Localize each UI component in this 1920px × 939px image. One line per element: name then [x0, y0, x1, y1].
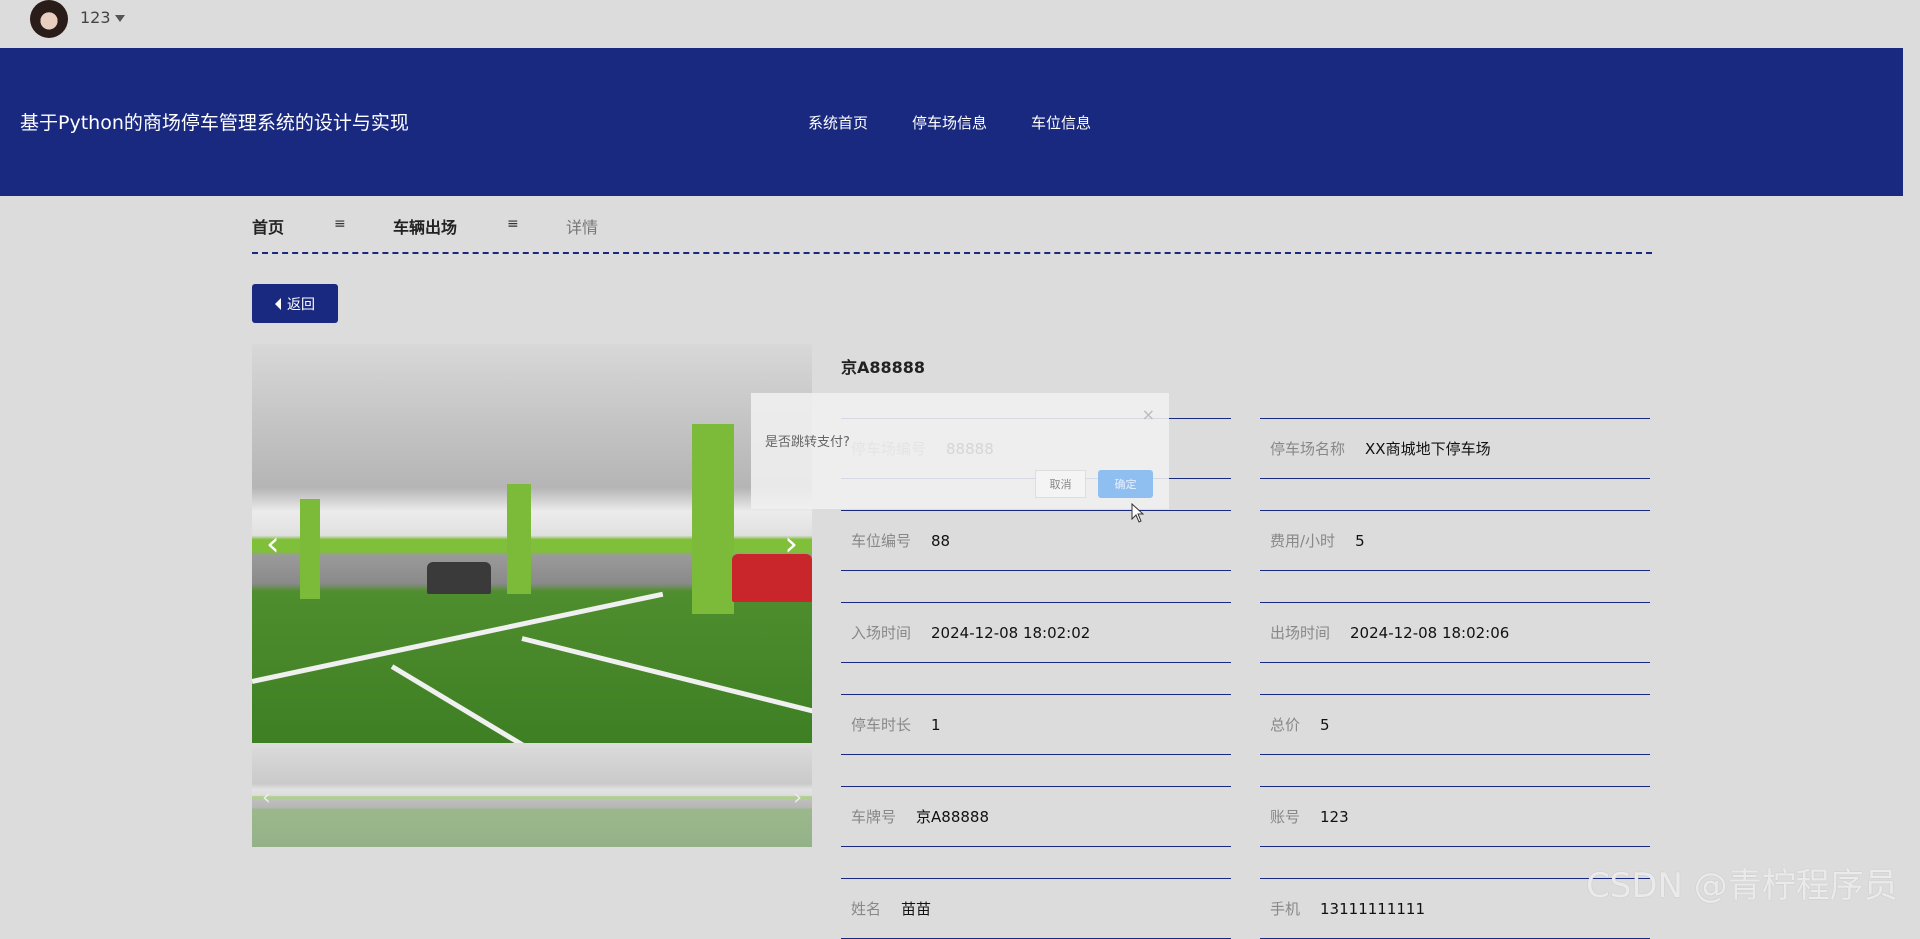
detail-field: 费用/小时 5 — [1260, 510, 1650, 571]
detail-field: 车牌号 京A88888 — [841, 786, 1231, 847]
detail-field: 姓名 苗苗 — [841, 878, 1231, 939]
field-value: 5 — [1355, 531, 1365, 550]
field-label: 停车场名称 — [1270, 440, 1346, 458]
field-label: 账号 — [1270, 808, 1301, 826]
field-value: 2024-12-08 18:02:02 — [931, 623, 1091, 642]
thumb-next-icon[interactable]: › — [793, 785, 802, 810]
detail-field: 入场时间 2024-12-08 18:02:02 — [841, 602, 1231, 663]
back-button[interactable]: 返回 — [252, 284, 338, 323]
carousel-next-icon[interactable]: › — [784, 524, 798, 564]
field-label: 停车时长 — [851, 716, 912, 734]
detail-field: 出场时间 2024-12-08 18:02:06 — [1260, 602, 1650, 663]
field-value: 88 — [931, 531, 951, 550]
watermark: CSDN @青柠程序员 — [1586, 866, 1898, 906]
field-value: 123 — [1320, 807, 1349, 826]
field-value: 京A88888 — [916, 808, 989, 826]
breadcrumb-divider — [252, 252, 1652, 254]
carousel-prev-icon[interactable]: ‹ — [266, 524, 280, 564]
caret-left-icon — [275, 297, 281, 310]
field-value: 2024-12-08 18:02:06 — [1350, 623, 1510, 642]
breadcrumb-separator-icon: ≡ — [334, 216, 346, 232]
confirm-dialog: × 是否跳转支付? 取消 确定 — [751, 393, 1169, 509]
breadcrumb-separator-icon: ≡ — [507, 216, 519, 232]
nav-parking-lot-info[interactable]: 停车场信息 — [912, 112, 987, 133]
header-banner: 基于Python的商场停车管理系统的设计与实现 系统首页 停车场信息 车位信息 — [0, 48, 1903, 196]
field-value: 13111111111 — [1320, 899, 1425, 918]
field-value: XX商城地下停车场 — [1365, 440, 1491, 458]
field-value: 苗苗 — [901, 900, 932, 918]
user-avatar[interactable] — [30, 0, 68, 38]
detail-field: 账号 123 — [1260, 786, 1650, 847]
username[interactable]: 123 — [80, 8, 111, 27]
field-value: 1 — [931, 715, 941, 734]
thumb-prev-icon[interactable]: ‹ — [262, 785, 271, 810]
nav-home[interactable]: 系统首页 — [808, 112, 868, 133]
field-label: 入场时间 — [851, 624, 912, 642]
mouse-cursor-icon — [1131, 503, 1145, 523]
carousel-main-image: ‹ › — [252, 344, 812, 743]
top-bar: 123 — [0, 0, 1920, 48]
dialog-message: 是否跳转支付? — [765, 435, 850, 450]
site-title: 基于Python的商场停车管理系统的设计与实现 — [20, 112, 409, 134]
carousel-thumbnail[interactable]: ‹ › — [252, 748, 812, 847]
nav-parking-space-info[interactable]: 车位信息 — [1031, 112, 1091, 133]
close-icon[interactable]: × — [1142, 405, 1155, 424]
field-value: 5 — [1320, 715, 1330, 734]
field-label: 费用/小时 — [1270, 532, 1336, 550]
cancel-button[interactable]: 取消 — [1035, 470, 1086, 498]
back-label: 返回 — [287, 296, 315, 313]
caret-down-icon[interactable] — [115, 15, 125, 22]
plate-title: 京A88888 — [841, 358, 926, 377]
field-label: 车牌号 — [851, 808, 897, 826]
detail-field: 停车场名称 XX商城地下停车场 — [1260, 418, 1650, 479]
field-label: 出场时间 — [1270, 624, 1331, 642]
field-label: 总价 — [1270, 716, 1301, 734]
breadcrumb-current: 详情 — [566, 218, 599, 237]
breadcrumb-section[interactable]: 车辆出场 — [393, 214, 457, 238]
detail-field: 车位编号 88 — [841, 510, 1231, 571]
breadcrumb-home[interactable]: 首页 — [252, 214, 284, 238]
field-label: 姓名 — [851, 900, 882, 918]
field-label: 手机 — [1270, 900, 1301, 918]
confirm-button[interactable]: 确定 — [1098, 470, 1153, 498]
field-label: 车位编号 — [851, 532, 912, 550]
detail-field: 停车时长 1 — [841, 694, 1231, 755]
detail-field: 总价 5 — [1260, 694, 1650, 755]
